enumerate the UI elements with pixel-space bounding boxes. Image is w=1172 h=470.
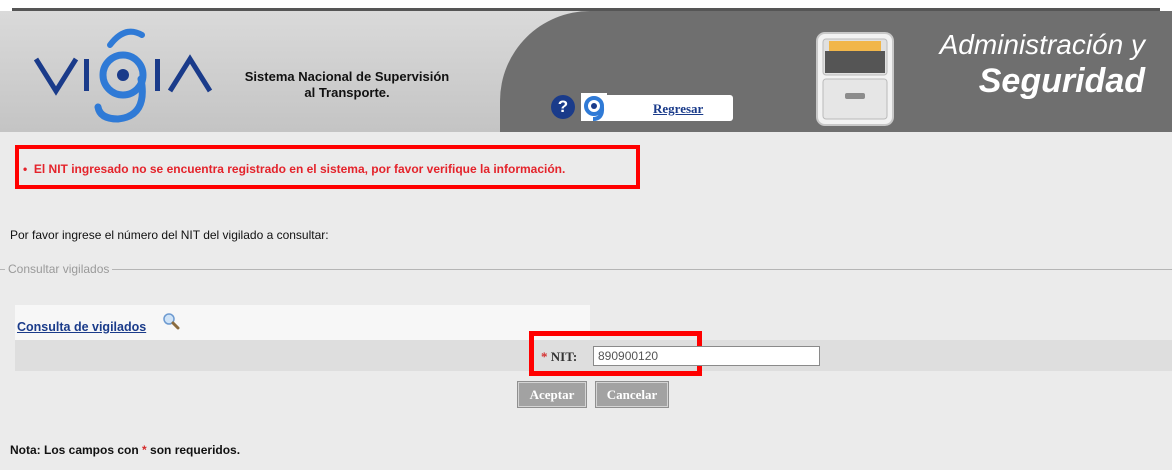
error-message: • El NIT ingresado no se encuentra regis… <box>23 162 565 176</box>
brand-line2: al Transporte. <box>304 85 390 100</box>
brand-line1: Sistema Nacional de Supervisión <box>244 69 450 84</box>
top-bar <box>0 0 1172 11</box>
admin-title-line1: Administración y <box>939 29 1145 60</box>
help-icon[interactable]: ? <box>551 95 575 119</box>
magnifier-icon[interactable] <box>162 312 180 330</box>
required-note: Nota: Los campos con * son requeridos. <box>10 443 240 457</box>
page-header: Sistema Nacional de Supervisión al Trans… <box>0 11 1172 132</box>
nit-label: * NIT: <box>541 349 577 365</box>
instruction-text: Por favor ingrese el número del NIT del … <box>10 228 329 242</box>
regresar-link[interactable]: Regresar <box>653 101 703 117</box>
aceptar-button[interactable]: Aceptar <box>517 381 587 408</box>
file-cabinet-icon <box>816 32 894 126</box>
nit-label-text: NIT: <box>550 349 578 364</box>
fieldset-border <box>0 269 1172 270</box>
vigia-logo <box>33 28 213 123</box>
fieldset-legend: Consultar vigilados <box>5 262 113 276</box>
note-suffix: son requeridos. <box>150 443 241 457</box>
note-required-marker: * <box>142 443 147 457</box>
brand-name: Sistema Nacional de Supervisión al Trans… <box>237 69 457 101</box>
admin-title-line2: Seguridad <box>978 62 1145 100</box>
required-marker: * <box>541 349 548 364</box>
consulta-vigilados-link[interactable]: Consulta de vigilados <box>17 320 146 334</box>
cancelar-button[interactable]: Cancelar <box>595 381 669 408</box>
vigia-small-icon[interactable] <box>581 93 607 121</box>
nit-input[interactable] <box>593 346 820 366</box>
bullet-icon: • <box>23 162 34 176</box>
admin-title: Administración y Seguridad <box>905 29 1145 101</box>
note-prefix: Nota: Los campos con <box>10 443 139 457</box>
error-message-text: El NIT ingresado no se encuentra registr… <box>33 162 566 176</box>
